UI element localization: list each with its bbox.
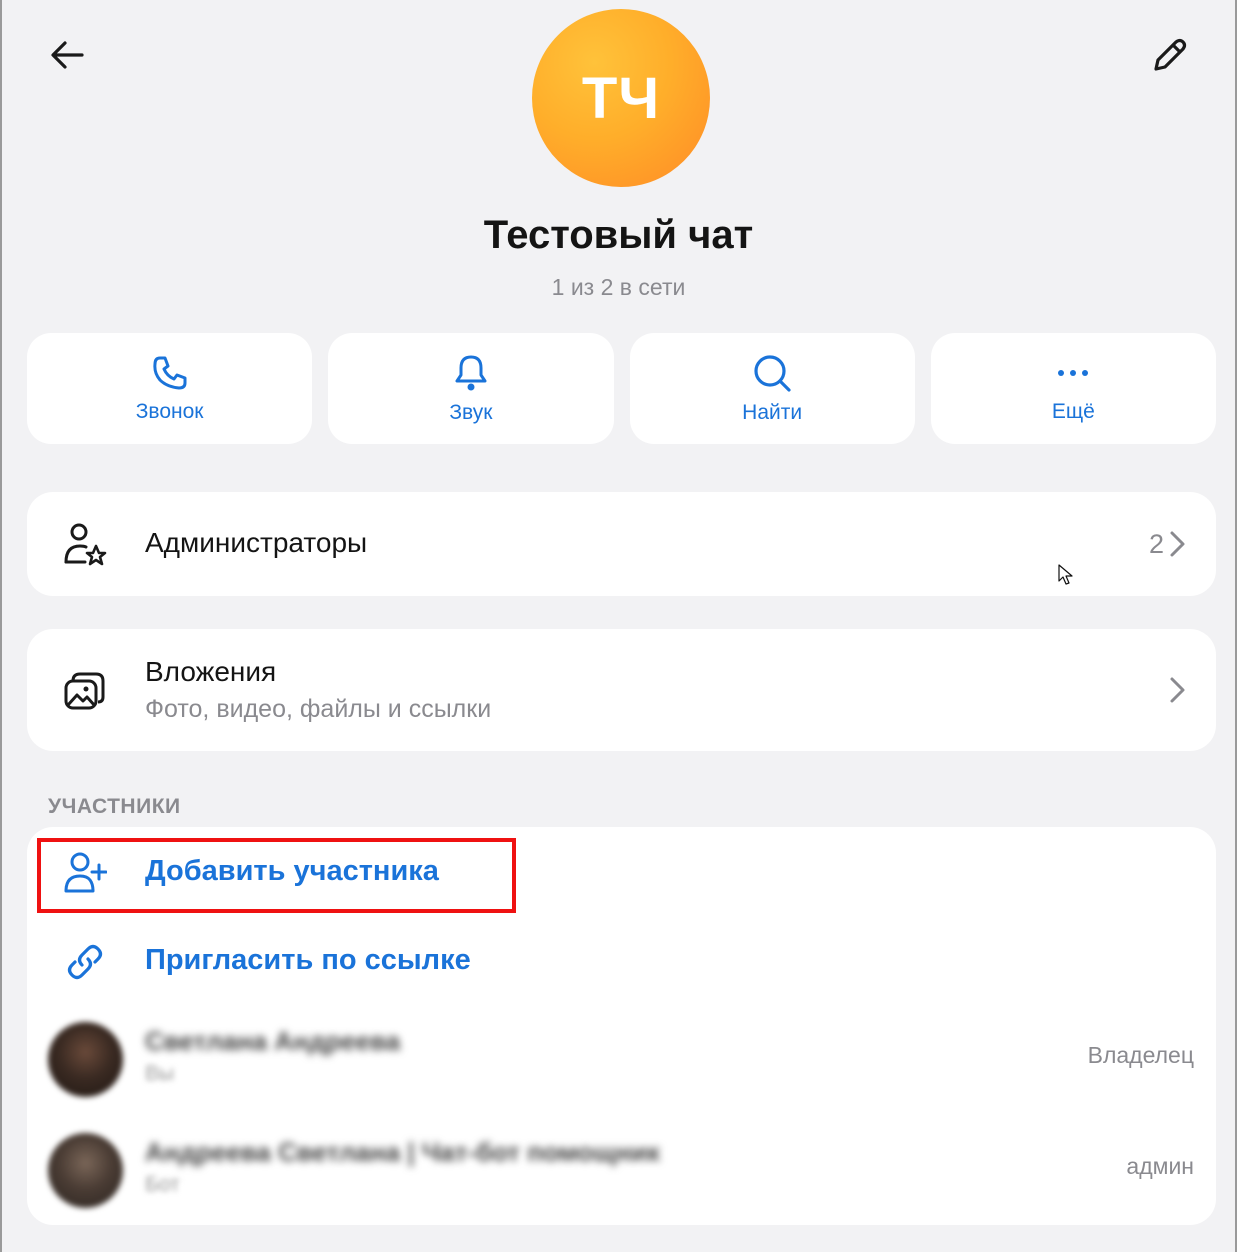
call-label: Звонок [135, 399, 204, 423]
bell-icon [455, 355, 487, 390]
chevron-right-icon [1170, 531, 1185, 557]
member-name: Андреева Светлана | Чат-бот помощник [145, 1137, 660, 1167]
quick-actions: Звонок Звук Найти Ещё [27, 333, 1216, 444]
member-role: админ [1126, 1153, 1194, 1179]
attachments-subtitle: Фото, видео, файлы и ссылки [145, 695, 492, 723]
add-member-button[interactable]: Добавить участника [27, 831, 1216, 911]
member-subtitle: Вы [145, 1062, 175, 1085]
more-label: Ещё [1051, 399, 1095, 423]
chat-initials: ТЧ [581, 65, 661, 131]
member-role: Владелец [1087, 1042, 1194, 1068]
gallery-icon [63, 669, 107, 713]
admins-row[interactable]: Администраторы 2 [27, 492, 1216, 596]
pencil-icon [1154, 38, 1187, 71]
edit-button[interactable] [1145, 30, 1195, 80]
attachments-title: Вложения [145, 656, 277, 687]
member-subtitle: Бот [145, 1173, 180, 1196]
members-list: Добавить участника Пригласить по ссылке … [27, 827, 1216, 1225]
avatar [48, 1133, 123, 1208]
more-button[interactable]: Ещё [930, 333, 1216, 444]
add-member-label: Добавить участника [145, 855, 439, 887]
arrow-left-icon [51, 41, 84, 69]
attachments-row[interactable]: Вложения Фото, видео, файлы и ссылки [27, 629, 1216, 751]
admins-count: 2 [1148, 529, 1164, 559]
chat-avatar[interactable]: ТЧ [532, 9, 710, 187]
chat-title: Тестовый чат [483, 213, 754, 257]
search-label: Найти [742, 400, 803, 424]
mouse-cursor-icon [1058, 564, 1073, 585]
back-button[interactable] [42, 30, 92, 80]
invite-by-link-button[interactable]: Пригласить по ссылке [27, 920, 1216, 1000]
member-row[interactable]: Андреева Светлана | Чат-бот помощник Бот… [27, 1125, 1216, 1217]
search-button[interactable]: Найти [629, 333, 915, 444]
search-icon [754, 354, 791, 392]
invite-link-label: Пригласить по ссылке [145, 944, 471, 976]
user-star-icon [63, 522, 107, 566]
avatar [48, 1022, 123, 1097]
chat-info-screen: ТЧ Тестовый чат 1 из 2 в сети Звонок Зву… [0, 0, 1237, 1252]
member-name: Светлана Андреева [145, 1026, 401, 1056]
members-section-header: УЧАСТНИКИ [48, 795, 181, 818]
chevron-right-icon [1170, 677, 1185, 703]
chat-online-status: 1 из 2 в сети [551, 274, 686, 300]
user-plus-icon [63, 851, 107, 895]
link-icon [63, 940, 107, 984]
more-icon [1058, 369, 1089, 376]
sound-label: Звук [449, 400, 493, 424]
call-button[interactable]: Звонок [27, 333, 313, 444]
admins-title: Администраторы [145, 527, 368, 558]
phone-icon [152, 356, 187, 389]
sound-button[interactable]: Звук [328, 333, 614, 444]
member-row[interactable]: Светлана Андреева Вы Владелец [27, 1014, 1216, 1106]
